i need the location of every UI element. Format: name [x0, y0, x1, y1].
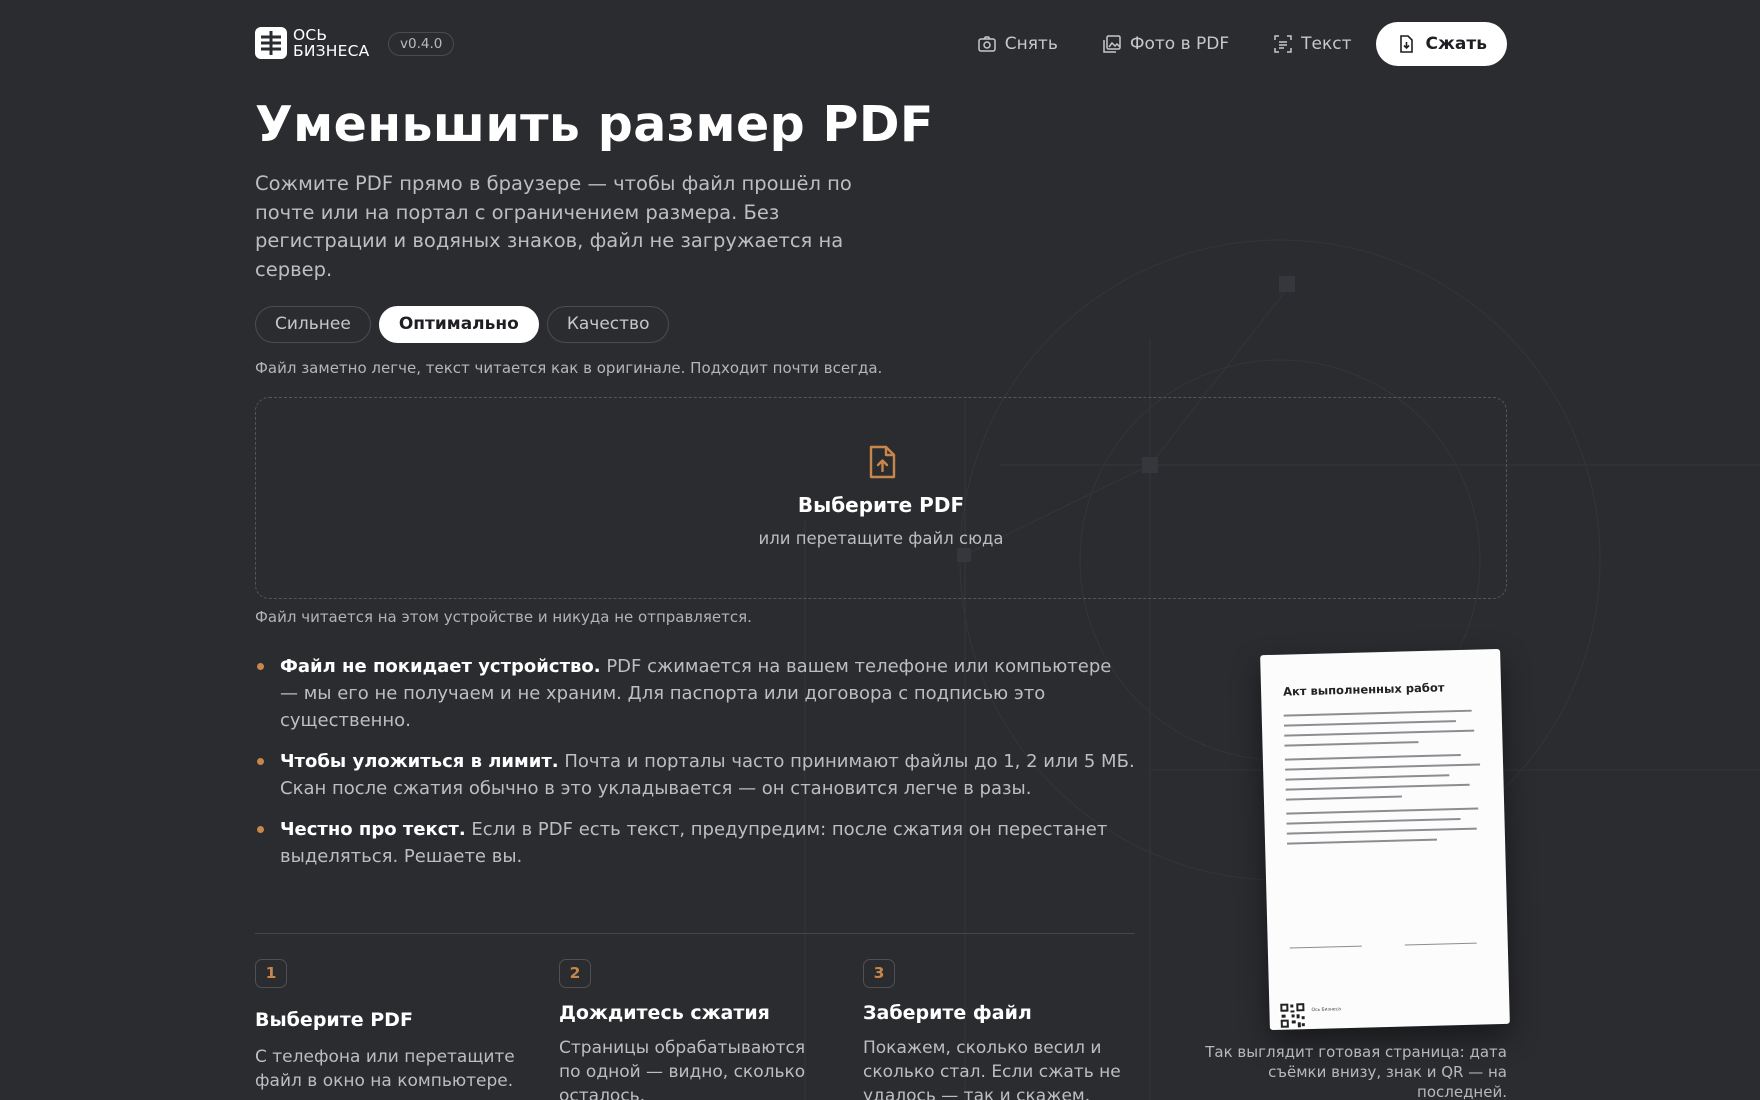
- step-number: 1: [255, 959, 287, 988]
- page-subtitle: Сожмите PDF прямо в браузере — чтобы фай…: [255, 172, 852, 281]
- benefit-heading: Честно про текст.: [280, 819, 466, 840]
- nav-capture[interactable]: Снять: [977, 34, 1058, 54]
- section-divider: [255, 933, 1135, 934]
- doc-text-line: [1284, 753, 1461, 761]
- benefit-heading: Чтобы уложиться в лимит.: [280, 751, 559, 772]
- doc-text-line: [1285, 795, 1402, 801]
- text-scan-icon: [1274, 35, 1292, 53]
- dropzone-subtitle: или перетащите файл сюда: [758, 529, 1004, 548]
- doc-text-line: [1286, 807, 1479, 815]
- step-title: Заберите файл: [863, 1002, 1032, 1024]
- doc-text-line: [1284, 741, 1419, 747]
- doc-text-line: [1285, 783, 1470, 791]
- signature-line: [1404, 942, 1477, 946]
- doc-text-line: [1284, 729, 1475, 737]
- dropzone-title: Выберите PDF: [797, 493, 965, 517]
- mode-stronger[interactable]: Сильнее: [255, 306, 371, 343]
- logo-line-1: ОСЬ: [293, 26, 328, 44]
- version-badge: v0.4.0: [388, 32, 455, 56]
- list-item: Файл не покидает устройство. PDF сжимает…: [255, 653, 1135, 734]
- main-nav: Снять Фото в PDF Текст Сжать: [933, 22, 1507, 66]
- bullet-icon: [257, 826, 264, 833]
- privacy-note: Файл читается на этом устройстве и никуд…: [255, 608, 752, 626]
- camera-icon: [977, 36, 996, 52]
- step-text: С телефона или перетащите файл в окно на…: [255, 1047, 515, 1091]
- nav-text[interactable]: Текст: [1273, 34, 1352, 54]
- step-2: 2 Дождитесь сжатия Страницы обрабатывают…: [559, 959, 829, 1100]
- benefits-list: Файл не покидает устройство. PDF сжимает…: [255, 653, 1135, 884]
- step-1: 1 Выберите PDF С телефона или перетащите…: [255, 959, 525, 1093]
- step-text: Страницы обрабатываются по одной — видно…: [559, 1038, 806, 1100]
- doc-text-line: [1283, 720, 1456, 727]
- header: ОСЬ БИЗНЕСА v0.4.0 Снять Фото в PDF Текс…: [255, 22, 1507, 66]
- mode-hint: Файл заметно легче, текст читается как в…: [255, 359, 883, 377]
- compression-mode-selector: Сильнее Оптимально Качество: [255, 306, 677, 343]
- nav-compress-label: Сжать: [1425, 34, 1487, 54]
- step-text: Покажем, сколько весил и сколько стал. Е…: [863, 1038, 1121, 1100]
- nav-compress[interactable]: Сжать: [1375, 22, 1507, 66]
- preview-doc-title: Акт выполненных работ: [1282, 680, 1445, 699]
- doc-text-line: [1287, 838, 1438, 845]
- preview-doc-brand: Ось Бизнеса: [1311, 1007, 1341, 1013]
- doc-text-line: [1285, 774, 1450, 781]
- logo-icon: [255, 27, 287, 59]
- list-item: Чтобы уложиться в лимит. Почта и порталы…: [255, 748, 1135, 802]
- signature-line: [1289, 945, 1362, 949]
- nav-photo-to-pdf[interactable]: Фото в PDF: [1102, 34, 1229, 54]
- step-number: 3: [863, 959, 895, 988]
- doc-text-line: [1286, 827, 1477, 835]
- doc-text-line: [1286, 818, 1461, 825]
- step-3: 3 Заберите файл Покажем, сколько весил и…: [863, 959, 1133, 1100]
- logo-line-2: БИЗНЕСА: [293, 42, 370, 60]
- step-title: Дождитесь сжатия: [559, 1002, 770, 1024]
- step-number: 2: [559, 959, 591, 988]
- mode-quality[interactable]: Качество: [546, 306, 670, 343]
- logo-text: ОСЬ БИЗНЕСА: [293, 27, 369, 59]
- doc-text-line: [1285, 763, 1481, 771]
- file-compress-icon: [1399, 35, 1413, 53]
- list-item: Честно про текст. Если в PDF есть текст,…: [255, 816, 1135, 870]
- nav-text-label: Текст: [1301, 34, 1352, 54]
- nav-capture-label: Снять: [1004, 34, 1058, 54]
- step-title: Выберите PDF: [255, 1009, 413, 1031]
- logo[interactable]: ОСЬ БИЗНЕСА: [255, 27, 369, 59]
- qr-code-icon: [1279, 1002, 1306, 1029]
- mode-optimal[interactable]: Оптимально: [378, 306, 539, 343]
- images-icon: [1103, 35, 1121, 53]
- file-upload-icon: [869, 445, 896, 479]
- bullet-icon: [257, 758, 264, 765]
- preview-caption: Так выглядит готовая страница: дата съём…: [1205, 1043, 1507, 1100]
- bullet-icon: [257, 663, 264, 670]
- nav-photo-to-pdf-label: Фото в PDF: [1129, 34, 1230, 54]
- pdf-dropzone[interactable]: Выберите PDF или перетащите файл сюда: [255, 397, 1507, 599]
- sample-page-preview: Акт выполненных работ Ось Бизнеса: [1260, 648, 1510, 1031]
- page-title: Уменьшить размер PDF: [255, 96, 934, 153]
- benefit-heading: Файл не покидает устройство.: [280, 656, 601, 677]
- doc-text-line: [1283, 709, 1472, 717]
